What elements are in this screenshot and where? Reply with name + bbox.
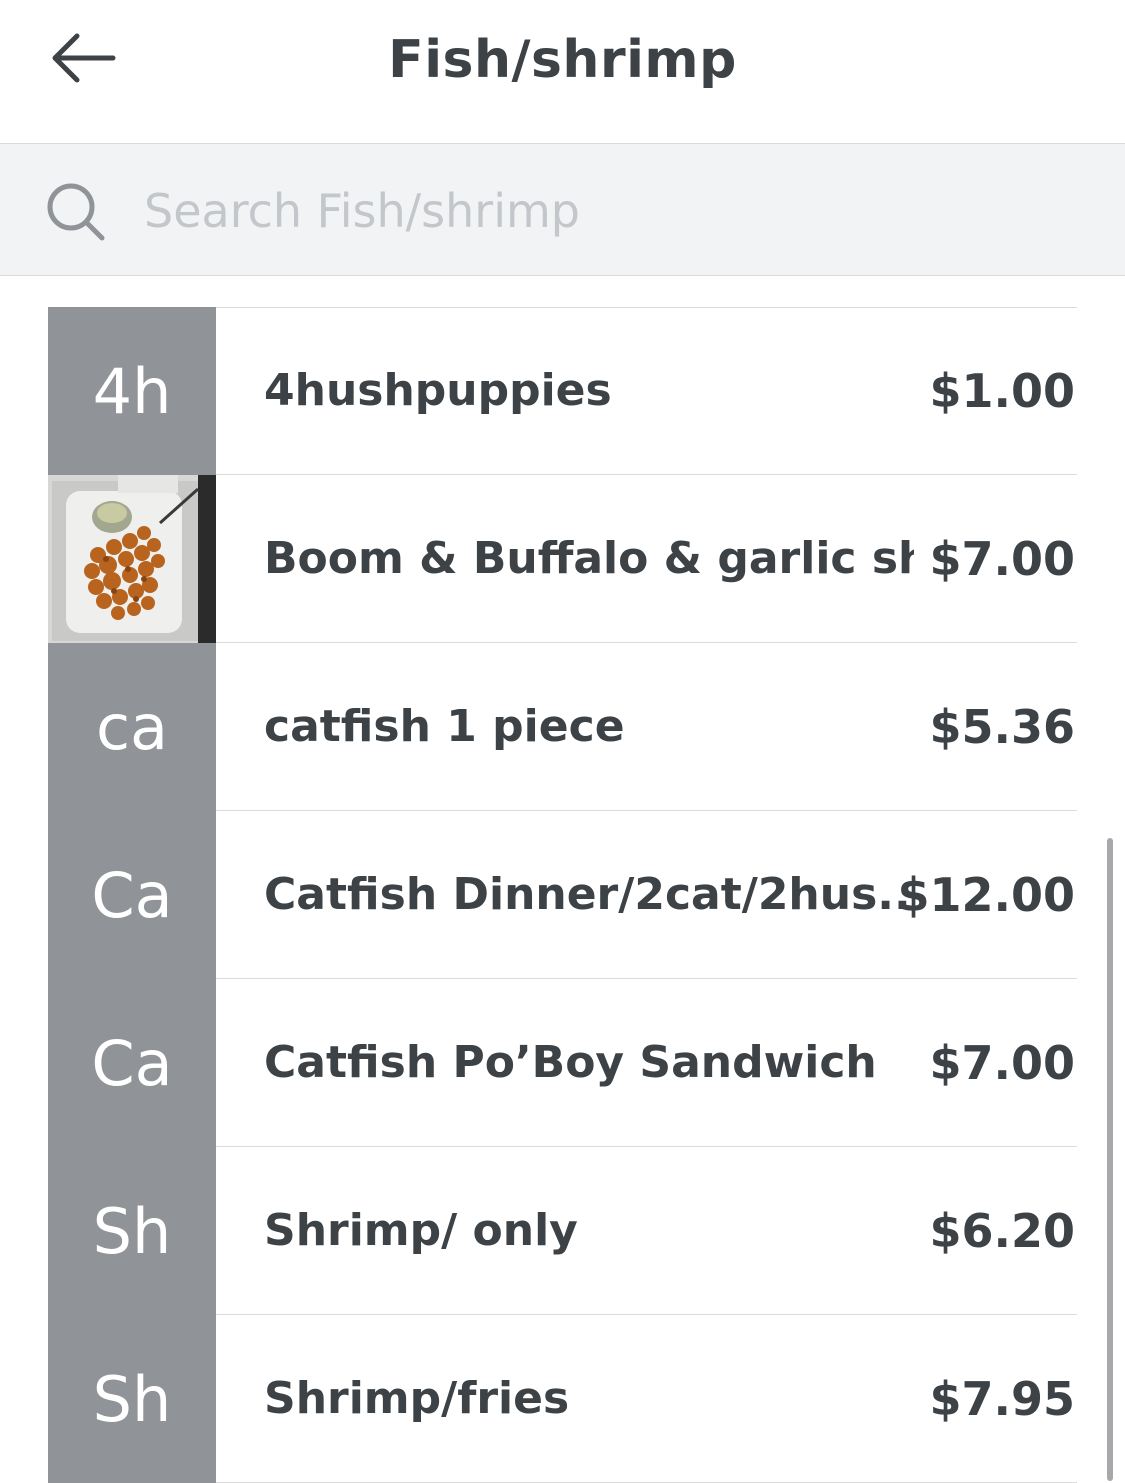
list-item-4hushpuppies[interactable]: 4h 4hushpuppies $1.00	[48, 307, 1077, 475]
item-price: $6.20	[929, 1204, 1075, 1258]
page-title: Fish/shrimp	[388, 30, 737, 90]
scrollbar[interactable]	[1107, 838, 1113, 1481]
item-thumbnail-initials: ca	[48, 643, 216, 811]
item-thumbnail-initials: Sh	[48, 1147, 216, 1315]
item-name: 4hushpuppies	[264, 365, 612, 416]
item-name: Boom & Buffalo & garlic sh...	[264, 533, 914, 584]
search-icon	[47, 183, 105, 241]
item-thumbnail-initials: 4h	[48, 307, 216, 475]
list-item-shrimp-fries[interactable]: Sh Shrimp/fries $7.95	[48, 1315, 1077, 1483]
app-header: Fish/shrimp	[0, 0, 1125, 144]
search-input[interactable]	[144, 176, 1074, 246]
item-list: 4h 4hushpuppies $1.00 Boom & Buffalo & g…	[48, 307, 1077, 1483]
item-price: $5.36	[929, 700, 1075, 754]
item-price: $7.95	[929, 1372, 1075, 1426]
item-price: $7.00	[929, 1036, 1075, 1090]
item-name: Catfish Dinner/2cat/2hus...	[264, 869, 914, 920]
food-photo-image	[48, 475, 216, 643]
item-thumbnail-initials: Ca	[48, 811, 216, 979]
item-name: catfish 1 piece	[264, 701, 625, 752]
item-name: Shrimp/fries	[264, 1373, 570, 1424]
item-thumbnail-initials: Ca	[48, 979, 216, 1147]
item-photo	[48, 475, 216, 643]
item-name: Shrimp/ only	[264, 1205, 578, 1256]
list-item-catfish-dinner[interactable]: Ca Catfish Dinner/2cat/2hus... $12.00	[48, 811, 1077, 979]
list-item-boom-buffalo[interactable]: Boom & Buffalo & garlic sh... $7.00	[48, 475, 1077, 643]
item-price: $1.00	[929, 364, 1075, 418]
item-price: $7.00	[929, 532, 1075, 586]
item-name: Catfish Po’Boy Sandwich	[264, 1037, 877, 1088]
item-price: $12.00	[897, 868, 1075, 922]
item-thumbnail-initials: Sh	[48, 1315, 216, 1483]
list-item-catfish-poboy[interactable]: Ca Catfish Po’Boy Sandwich $7.00	[48, 979, 1077, 1147]
list-item-shrimp-only[interactable]: Sh Shrimp/ only $6.20	[48, 1147, 1077, 1315]
list-item-catfish-1-piece[interactable]: ca catfish 1 piece $5.36	[48, 643, 1077, 811]
